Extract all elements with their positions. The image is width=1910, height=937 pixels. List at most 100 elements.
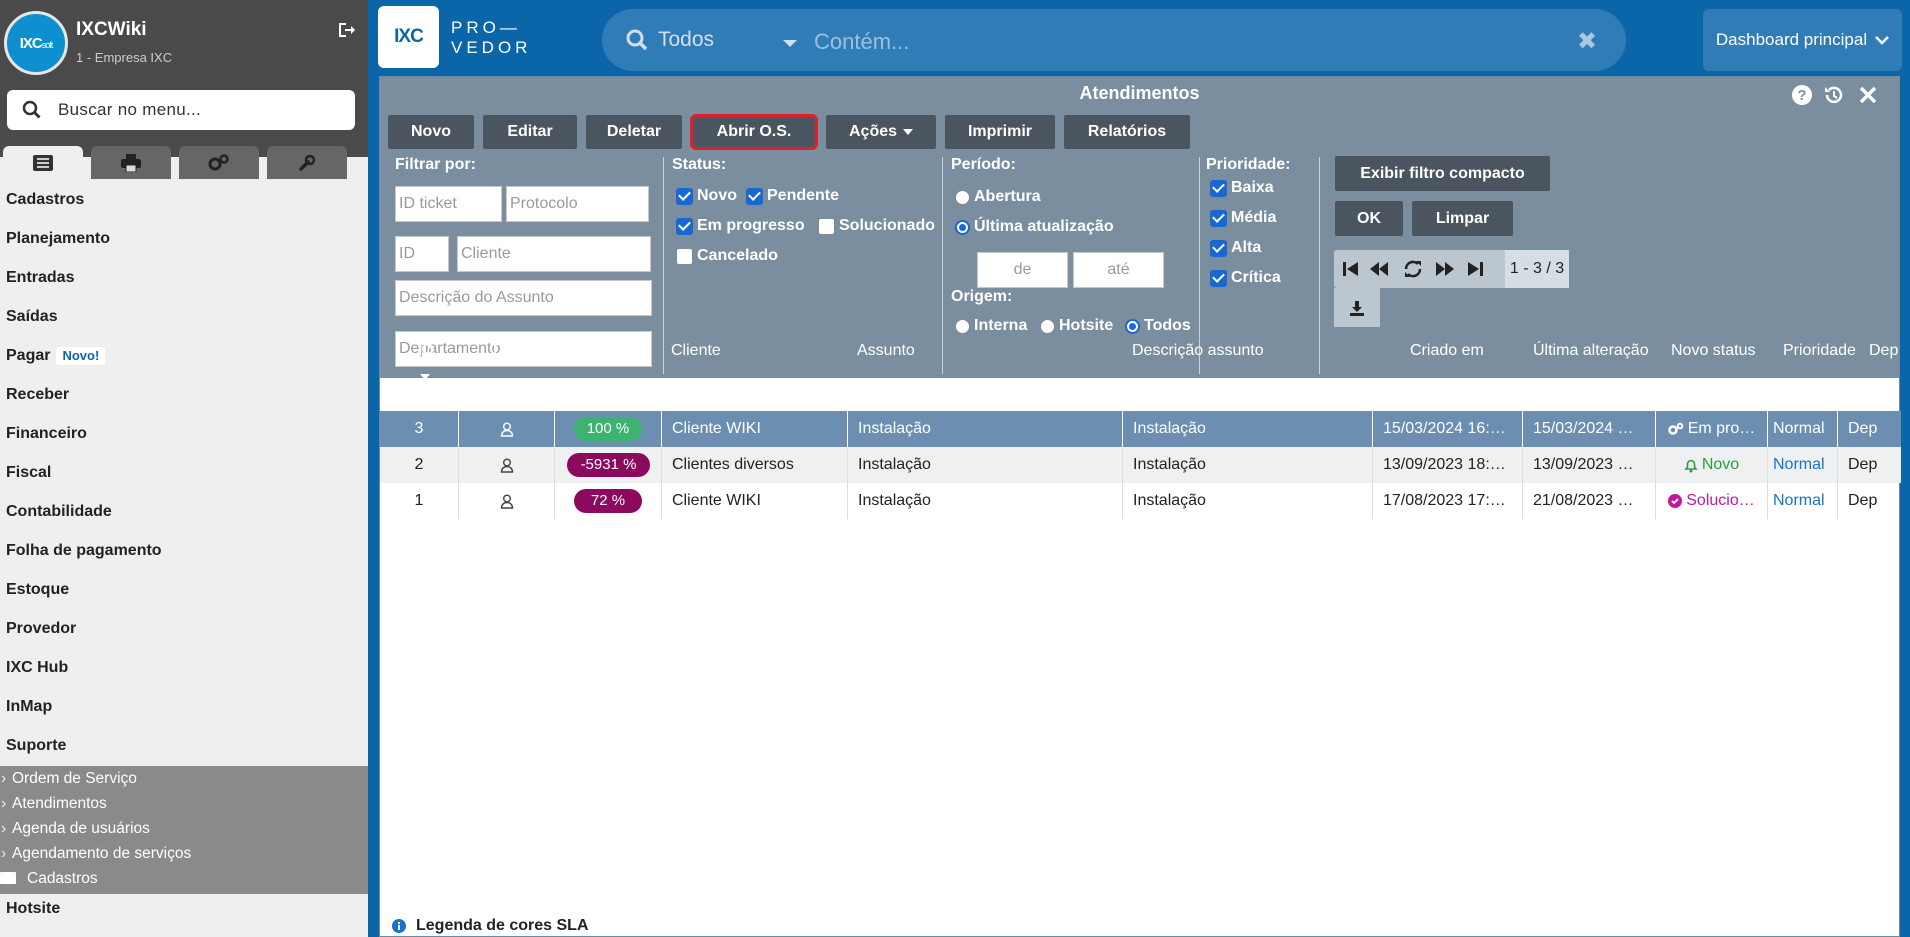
deletar-button[interactable]: Deletar — [586, 115, 682, 149]
help-icon[interactable]: ? — [1791, 84, 1813, 106]
submenu-item-agendamento[interactable]: Agendamento de serviços — [0, 841, 368, 866]
menu-search-input[interactable]: Buscar no menu... — [7, 90, 355, 130]
column-header-sla[interactable]: SLA — [592, 332, 622, 370]
column-header-descricao[interactable]: Descrição assunto — [1132, 332, 1264, 370]
sla-badge: 100 % — [574, 417, 642, 441]
submenu-item-agenda-usuarios[interactable]: Agenda de usuários — [0, 816, 368, 841]
editar-button[interactable]: Editar — [483, 115, 577, 149]
cell-criado: 13/09/2023 18:… — [1372, 447, 1522, 483]
tab-print[interactable] — [91, 146, 171, 179]
sla-legend[interactable]: Legenda de cores SLA — [392, 917, 589, 935]
sidebar-item-entradas[interactable]: Entradas — [0, 258, 368, 297]
status-cancelado-checkbox[interactable]: Cancelado — [676, 247, 778, 265]
sidebar-item-ixc-hub[interactable]: IXC Hub — [0, 648, 368, 687]
column-header-tipo[interactable]: Tipo — [490, 332, 521, 370]
chevron-down-icon[interactable] — [783, 40, 797, 47]
acoes-dropdown[interactable]: Ações — [826, 115, 936, 149]
id-field[interactable]: ID — [395, 236, 449, 272]
novo-button[interactable]: Novo — [388, 115, 474, 149]
limpar-button[interactable]: Limpar — [1412, 201, 1513, 236]
sidebar-item-estoque[interactable]: Estoque — [0, 570, 368, 609]
periodo-de-field[interactable]: de — [977, 252, 1068, 288]
sidebar-item-financeiro[interactable]: Financeiro — [0, 414, 368, 453]
prioridade-media-checkbox[interactable]: Média — [1210, 209, 1276, 227]
sidebar-item-folha[interactable]: Folha de pagamento — [0, 531, 368, 570]
tab-settings[interactable] — [179, 146, 259, 179]
status-em-progresso-label: Em progresso — [697, 217, 805, 234]
sidebar-item-provedor[interactable]: Provedor — [0, 609, 368, 648]
sort-indicator-icon — [420, 374, 430, 380]
prioridade-critica-checkbox[interactable]: Crítica — [1210, 269, 1281, 287]
exibir-filtro-compacto-button[interactable]: Exibir filtro compacto — [1335, 156, 1550, 191]
column-header-status[interactable]: Novo status — [1671, 332, 1755, 370]
sidebar-item-fiscal[interactable]: Fiscal — [0, 453, 368, 492]
relatorios-button[interactable]: Relatórios — [1064, 115, 1190, 149]
cell-descricao: Instalação — [1122, 447, 1372, 483]
status-em-progresso-checkbox[interactable]: Em progresso — [676, 217, 805, 235]
tab-tools[interactable] — [267, 146, 347, 179]
logout-icon[interactable] — [336, 20, 356, 40]
periodo-abertura-radio[interactable]: Abertura — [955, 188, 1041, 206]
status-solucionado-checkbox[interactable]: Solucionado — [818, 217, 935, 235]
download-button[interactable] — [1334, 288, 1380, 327]
submenu-folder-cadastros[interactable]: Cadastros — [0, 866, 368, 891]
window-title: Atendimentos — [1079, 83, 1200, 103]
ok-button[interactable]: OK — [1335, 201, 1403, 236]
sidebar-item-receber[interactable]: Receber — [0, 375, 368, 414]
table-row[interactable]: 3 100 % Cliente WIKI Instalação Instalação 15… — [380, 411, 1901, 447]
prev-page-icon[interactable] — [1368, 259, 1390, 279]
sidebar-item-cadastros[interactable]: Cadastros — [0, 180, 368, 219]
submenu-item-atendimentos[interactable]: Atendimentos — [0, 791, 368, 816]
column-header-assunto[interactable]: Assunto — [857, 332, 915, 370]
cell-id: 2 — [414, 456, 424, 473]
clear-search-icon[interactable]: ✖ — [1577, 27, 1597, 56]
imprimir-button[interactable]: Imprimir — [945, 115, 1055, 149]
periodo-ate-field[interactable]: até — [1073, 252, 1164, 288]
next-page-icon[interactable] — [1434, 259, 1456, 279]
column-header-alteracao[interactable]: Última alteração — [1533, 332, 1649, 370]
id-ticket-field[interactable]: ID ticket — [395, 186, 502, 222]
sidebar-item-contabilidade[interactable]: Contabilidade — [0, 492, 368, 531]
status-novo-checkbox[interactable]: Novo — [676, 187, 737, 205]
cell-assunto: Instalação — [847, 483, 1122, 519]
table-row[interactable]: 2 -5931 % Clientes diversos Instalação Insta… — [380, 447, 1901, 483]
cell-status: Solucio… — [1655, 483, 1767, 519]
column-header-id[interactable]: ID — [418, 332, 434, 370]
first-page-icon[interactable] — [1340, 259, 1362, 279]
sidebar-item-planejamento[interactable]: Planejamento — [0, 219, 368, 258]
descricao-assunto-field[interactable]: Descrição do Assunto — [395, 280, 652, 316]
column-header-cliente[interactable]: Cliente — [671, 332, 721, 370]
prioridade-alta-checkbox[interactable]: Alta — [1210, 239, 1261, 257]
search-scope-select[interactable]: Todos — [626, 28, 714, 52]
column-header-criado[interactable]: Criado em — [1410, 332, 1484, 370]
sidebar-item-inmap[interactable]: InMap — [0, 687, 368, 726]
refresh-icon[interactable] — [1402, 259, 1424, 279]
status-pendente-checkbox[interactable]: Pendente — [746, 187, 839, 205]
tab-menu[interactable] — [3, 146, 83, 179]
history-icon[interactable] — [1823, 84, 1845, 106]
origem-hotsite-radio[interactable]: Hotsite — [1040, 317, 1113, 335]
cell-alteracao: 15/03/2024 … — [1522, 411, 1655, 447]
checkbox-checked — [1210, 179, 1227, 197]
table-row[interactable]: 1 72 % Cliente WIKI Instalação Instalação 17/… — [380, 483, 1901, 519]
sidebar-item-hotsite[interactable]: Hotsite — [6, 896, 60, 922]
global-search: Todos Contém... ✖ — [602, 9, 1626, 71]
last-page-icon[interactable] — [1464, 259, 1486, 279]
sidebar-item-suporte[interactable]: Suporte — [0, 726, 368, 765]
sidebar-item-pagar[interactable]: Pagar Novo! — [0, 336, 368, 375]
company-subtitle: 1 - Empresa IXC — [76, 50, 173, 65]
close-icon[interactable] — [1857, 84, 1879, 106]
dashboard-select[interactable]: Dashboard principal — [1703, 9, 1902, 71]
cliente-field[interactable]: Cliente — [457, 236, 651, 272]
column-header-dep[interactable]: Dep — [1869, 332, 1898, 370]
origem-interna-radio[interactable]: Interna — [955, 317, 1027, 335]
brand-logo[interactable]: IXC — [378, 6, 439, 68]
column-header-prioridade[interactable]: Prioridade — [1783, 332, 1856, 370]
abrir-os-button[interactable]: Abrir O.S. — [690, 114, 818, 150]
periodo-ultima-radio[interactable]: Última atualização — [955, 218, 1114, 236]
prioridade-baixa-checkbox[interactable]: Baixa — [1210, 179, 1274, 197]
sidebar-item-saidas[interactable]: Saídas — [0, 297, 368, 336]
submenu-item-ordem-servico[interactable]: Ordem de Serviço — [0, 766, 368, 791]
protocolo-field[interactable]: Protocolo — [506, 186, 649, 222]
global-search-input[interactable]: Contém... — [814, 29, 909, 55]
